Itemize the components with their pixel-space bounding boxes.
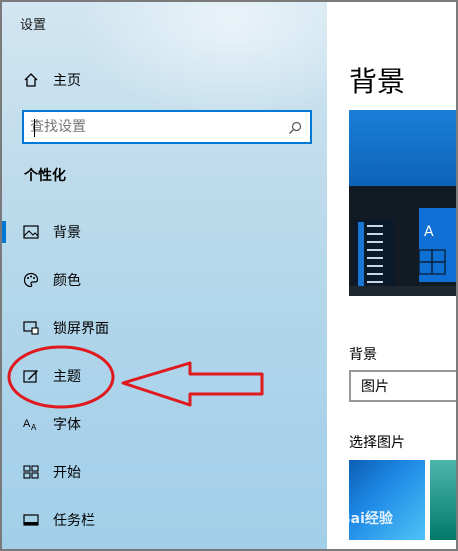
taskbar-icon [22, 511, 40, 529]
nav-home-label: 主页 [53, 73, 81, 89]
preview-tile: A [419, 208, 456, 282]
font-icon: AA [22, 415, 40, 433]
sidebar-item-taskbar[interactable]: 任务栏 [2, 502, 327, 538]
start-menu-preview [355, 220, 395, 295]
search-icon[interactable] [288, 120, 302, 139]
theme-icon [22, 367, 40, 385]
svg-text:A: A [31, 423, 37, 431]
search-field[interactable] [22, 110, 312, 144]
main-content: 背景 A 背景 图片 选择图片 [327, 2, 456, 549]
sidebar-item-label: 背景 [53, 225, 81, 241]
text-caret [34, 119, 35, 137]
window-title: 设置 [20, 18, 47, 33]
background-label: 背景 [349, 347, 377, 363]
sidebar-item-label: 字体 [53, 417, 81, 433]
picture-thumbnail[interactable] [349, 460, 425, 540]
search-input[interactable] [30, 119, 280, 135]
sidebar-item-themes[interactable]: 主题 [2, 358, 327, 394]
choose-picture-label: 选择图片 [349, 435, 405, 451]
background-dropdown-value: 图片 [361, 379, 389, 395]
section-title: 个性化 [24, 168, 66, 184]
sidebar-item-lock-screen[interactable]: 锁屏界面 [2, 310, 327, 346]
sidebar-item-start[interactable]: 开始 [2, 454, 327, 490]
background-dropdown[interactable]: 图片 [349, 370, 456, 402]
background-preview: A [349, 110, 456, 296]
sidebar-item-background[interactable]: 背景 [2, 214, 327, 250]
sidebar-item-colors[interactable]: 颜色 [2, 262, 327, 298]
sidebar-item-label: 锁屏界面 [53, 321, 109, 337]
lock-screen-icon [22, 319, 40, 337]
sidebar-item-label: 主题 [53, 369, 81, 385]
page-title: 背景 [349, 65, 406, 98]
sidebar: 设置 主页 个性化 背景 颜色 锁屏界面 主 [2, 2, 327, 549]
watermark: Bai经验 [340, 511, 393, 527]
palette-icon [22, 271, 40, 289]
sidebar-item-label: 任务栏 [53, 513, 95, 529]
sidebar-item-label: 开始 [53, 465, 81, 481]
sidebar-item-fonts[interactable]: AA 字体 [2, 406, 327, 442]
home-icon [22, 71, 40, 89]
start-icon [22, 463, 40, 481]
sidebar-item-label: 颜色 [53, 273, 81, 289]
svg-text:A: A [23, 418, 31, 430]
nav-home[interactable]: 主页 [2, 64, 327, 96]
picture-thumbnail[interactable] [430, 460, 456, 540]
image-icon [22, 223, 40, 241]
